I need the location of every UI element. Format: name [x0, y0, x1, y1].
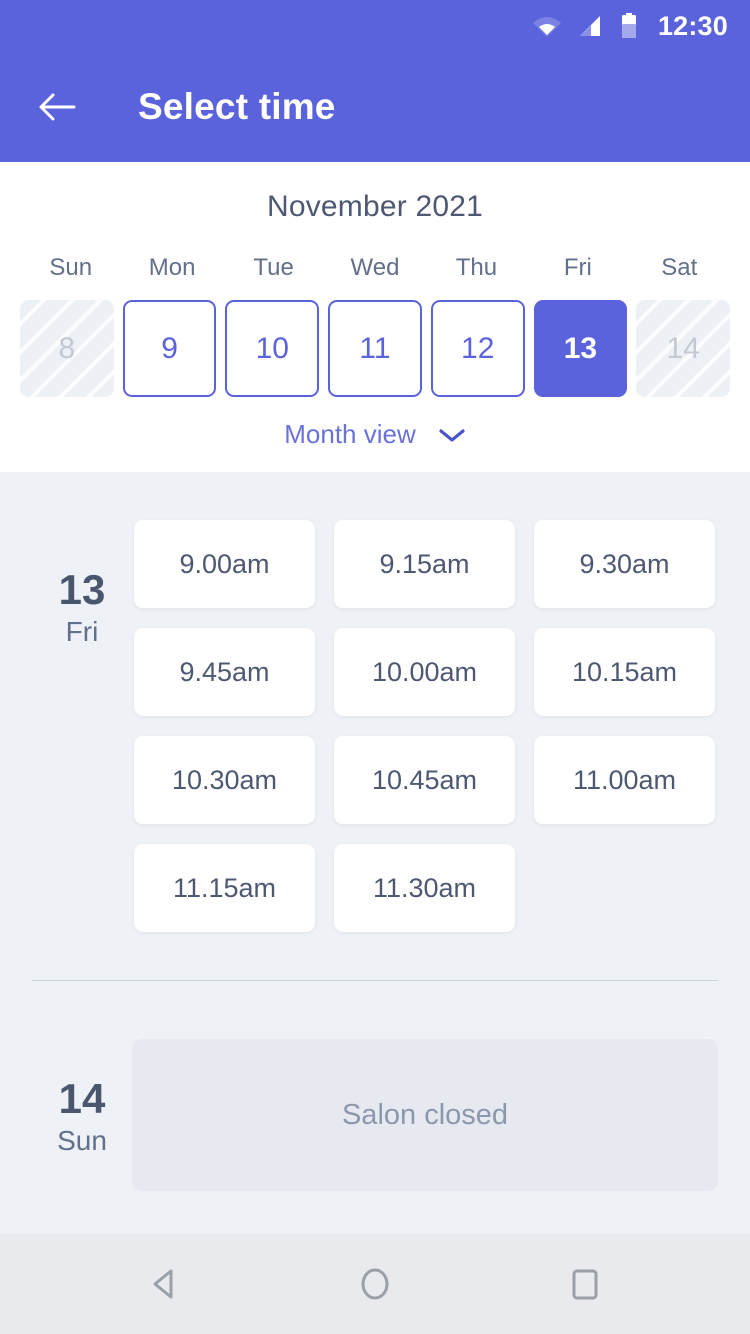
- calendar-day-number: 13: [563, 331, 598, 365]
- battery-icon: [620, 13, 638, 39]
- schedule-day-number: 14: [58, 1075, 106, 1122]
- status-clock: 12:30: [657, 10, 728, 41]
- schedule-list: 13 Fri 9.00am 9.15am 9.30am 9.45am 10.00am 10.1…: [0, 472, 750, 1191]
- wifi-icon: [532, 14, 562, 38]
- weekday-label: Sun: [49, 254, 93, 281]
- weekday-label: Mon: [148, 254, 196, 281]
- weekday-label: Wed: [350, 254, 400, 281]
- calendar-day-row: 8 9 10 11 12 13 14: [0, 300, 750, 397]
- time-slot-button[interactable]: 11.00am: [534, 736, 715, 824]
- time-slot-button[interactable]: 9.00am: [134, 520, 315, 608]
- schedule-day-label: 13 Fri: [32, 508, 132, 932]
- schedule-day-label: 14 Sun: [32, 1017, 132, 1191]
- schedule-day-name: Sun: [57, 1125, 107, 1157]
- calendar-day-12[interactable]: 12: [430, 300, 525, 397]
- time-slot-button[interactable]: 9.15am: [334, 520, 515, 608]
- month-view-toggle[interactable]: Month view: [0, 419, 750, 450]
- calendar-day-8: 8: [20, 300, 114, 397]
- calendar-panel: November 2021 Sun Mon Tue Wed Thu Fri Sa…: [0, 162, 750, 472]
- weekday-label: Fri: [563, 254, 592, 281]
- calendar-day-number: 12: [461, 331, 495, 365]
- time-slot-button[interactable]: 9.45am: [134, 628, 315, 716]
- time-slot-button[interactable]: 10.45am: [334, 736, 515, 824]
- signal-icon: [578, 14, 604, 38]
- nav-back-icon[interactable]: [135, 1254, 195, 1314]
- schedule-day-group: 13 Fri 9.00am 9.15am 9.30am 9.45am 10.00am 10.1…: [0, 472, 750, 932]
- weekday-label: Tue: [253, 254, 294, 281]
- weekday-label: Thu: [455, 254, 498, 281]
- schedule-day-name: Fri: [65, 616, 99, 648]
- android-nav-bar: [0, 1234, 750, 1334]
- calendar-day-11[interactable]: 11: [328, 300, 422, 397]
- calendar-day-number: 9: [161, 331, 178, 365]
- time-slot-button[interactable]: 11.30am: [334, 844, 515, 932]
- schedule-day-number: 13: [58, 566, 106, 613]
- time-slot-button[interactable]: 10.30am: [134, 736, 315, 824]
- schedule-day-group: 14 Sun Salon closed: [0, 981, 750, 1191]
- nav-recents-icon[interactable]: [555, 1254, 615, 1314]
- back-arrow-icon[interactable]: [36, 86, 78, 128]
- calendar-day-14: 14: [636, 300, 730, 397]
- weekday-label: Sat: [661, 254, 698, 281]
- phone-screen: 12:30 Select time November 2021 Sun Mon …: [0, 0, 750, 1334]
- time-slot-grid: 9.00am 9.15am 9.30am 9.45am 10.00am 10.15am 10…: [132, 508, 718, 932]
- month-view-label: Month view: [284, 419, 416, 449]
- time-slot-button[interactable]: 11.15am: [134, 844, 315, 932]
- nav-home-icon[interactable]: [345, 1254, 405, 1314]
- calendar-weekday-row: Sun Mon Tue Wed Thu Fri Sat: [0, 254, 750, 282]
- calendar-day-number: 14: [666, 331, 700, 365]
- time-slot-button[interactable]: 10.00am: [334, 628, 515, 716]
- calendar-day-number: 11: [359, 331, 391, 365]
- chevron-down-icon: [438, 427, 466, 443]
- calendar-month-title: November 2021: [266, 190, 484, 223]
- page-title: Select time: [138, 86, 336, 127]
- calendar-day-number: 10: [255, 331, 289, 365]
- app-bar: Select time: [0, 52, 750, 162]
- calendar-day-9[interactable]: 9: [122, 300, 217, 397]
- calendar-day-13[interactable]: 13: [533, 300, 628, 397]
- status-bar: 12:30: [0, 0, 750, 52]
- time-slot-button[interactable]: 9.30am: [534, 520, 715, 608]
- calendar-day-number: 8: [58, 331, 76, 365]
- salon-closed-block: Salon closed: [132, 1039, 718, 1191]
- calendar-day-10[interactable]: 10: [225, 300, 320, 397]
- time-slot-button[interactable]: 10.15am: [534, 628, 715, 716]
